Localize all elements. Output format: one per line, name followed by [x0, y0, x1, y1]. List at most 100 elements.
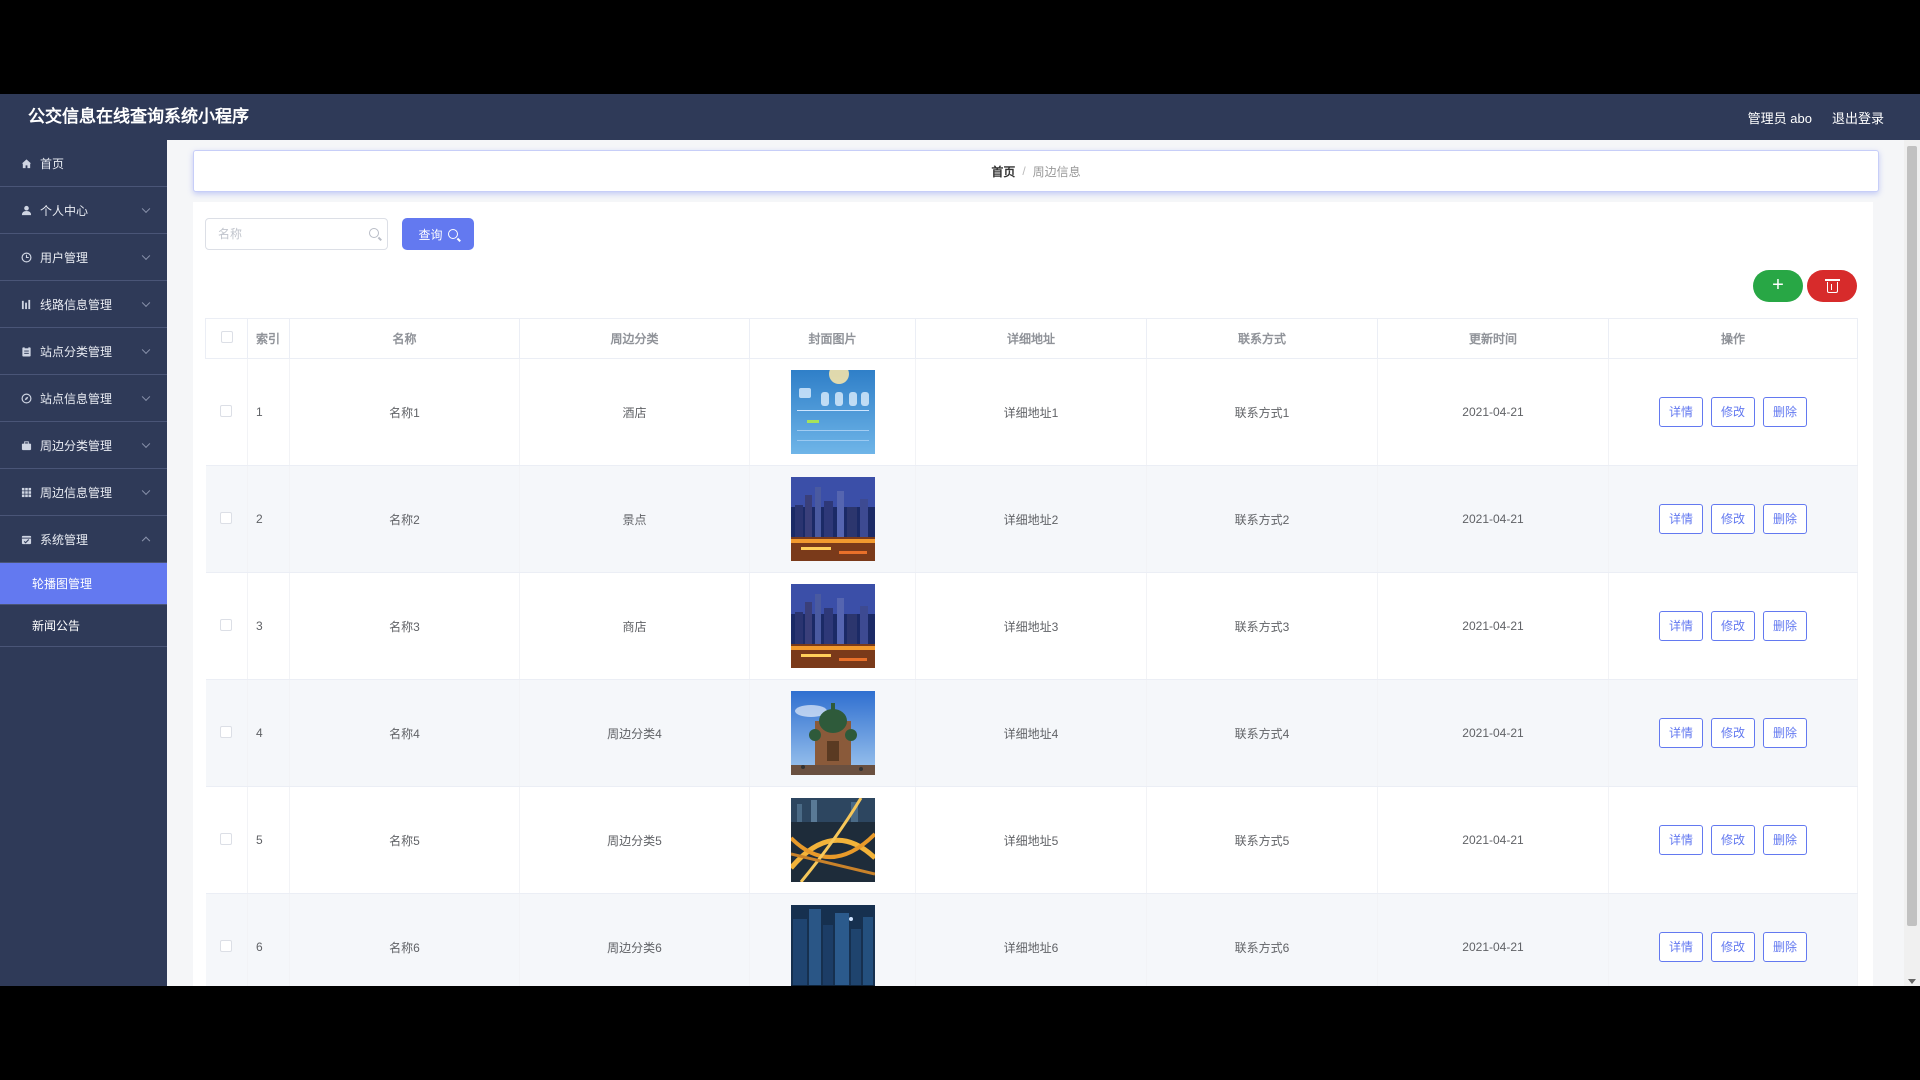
- row-index: 6: [247, 893, 290, 986]
- row-name: 名称6: [289, 893, 520, 986]
- delete-button[interactable]: 删除: [1763, 611, 1808, 641]
- sidebar-item-surrounding-category-management[interactable]: 周边分类管理: [0, 422, 167, 469]
- row-select-cell: [205, 358, 248, 466]
- row-name: 名称5: [289, 786, 520, 894]
- detail-button[interactable]: 详情: [1658, 397, 1703, 427]
- detail-button[interactable]: 详情: [1658, 932, 1703, 962]
- row-address: 详细地址3: [915, 572, 1147, 680]
- sidebar-item-personal-center[interactable]: 个人中心: [0, 187, 167, 234]
- detail-button[interactable]: 详情: [1658, 611, 1703, 641]
- search-icon: [369, 228, 379, 238]
- column-header-category: 周边分类: [519, 318, 750, 359]
- edit-button[interactable]: 修改: [1710, 504, 1755, 534]
- select-all-checkbox[interactable]: [220, 331, 233, 343]
- sidebar-item-route-management[interactable]: 线路信息管理: [0, 281, 167, 328]
- edit-button[interactable]: 修改: [1710, 397, 1755, 427]
- delete-button[interactable]: 删除: [1763, 932, 1808, 962]
- row-image-cell: [749, 572, 916, 680]
- query-button[interactable]: 查询: [402, 218, 474, 250]
- row-contact: 联系方式6: [1146, 893, 1378, 986]
- row-checkbox[interactable]: [220, 725, 233, 738]
- chevron-down-icon: [141, 486, 151, 496]
- cover-image-city-night: [790, 477, 875, 561]
- row-select-cell: [205, 893, 248, 986]
- row-contact: 联系方式4: [1146, 679, 1378, 787]
- batch-delete-button[interactable]: [1807, 270, 1857, 302]
- row-select-cell: [205, 679, 248, 787]
- sidebar-item-label: 周边信息管理: [40, 485, 113, 500]
- sidebar-item-station-info-management[interactable]: 站点信息管理: [0, 375, 167, 422]
- delete-button[interactable]: 删除: [1763, 504, 1808, 534]
- clipboard-icon: [20, 345, 32, 357]
- sidebar-item-surrounding-info-management[interactable]: 周边信息管理: [0, 469, 167, 516]
- edit-button[interactable]: 修改: [1710, 611, 1755, 641]
- admin-user-label[interactable]: 管理员 abo: [1748, 108, 1812, 127]
- sidebar-item-home[interactable]: 首页: [0, 140, 167, 187]
- row-image-cell: [749, 786, 916, 894]
- logout-button[interactable]: 退出登录: [1832, 108, 1884, 127]
- row-updated: 2021-04-21: [1377, 358, 1609, 466]
- search-icon: [447, 229, 458, 239]
- row-actions: 详情 修改 删除: [1608, 358, 1858, 466]
- sidebar-item-label: 个人中心: [40, 203, 89, 218]
- search-input[interactable]: [216, 219, 370, 249]
- sidebar-item-label: 站点信息管理: [40, 391, 113, 406]
- sidebar-subitem-carousel-management[interactable]: 轮播图管理: [0, 563, 167, 605]
- row-updated: 2021-04-21: [1377, 786, 1609, 894]
- chevron-down-icon: [141, 392, 151, 402]
- edit-button[interactable]: 修改: [1710, 718, 1755, 748]
- compass-icon: [20, 392, 32, 404]
- sidebar-item-user-management[interactable]: 用户管理: [0, 234, 167, 281]
- breadcrumb-home-link[interactable]: 首页: [991, 163, 1015, 180]
- edit-button[interactable]: 修改: [1710, 932, 1755, 962]
- sidebar-item-label: 用户管理: [40, 250, 89, 265]
- row-checkbox[interactable]: [220, 832, 233, 845]
- detail-button[interactable]: 详情: [1658, 825, 1703, 855]
- row-actions: 详情 修改 删除: [1608, 786, 1858, 894]
- column-header-name: 名称: [289, 318, 520, 359]
- sidebar-item-system-management[interactable]: 系统管理: [0, 516, 167, 563]
- row-category: 周边分类5: [519, 786, 750, 894]
- delete-button[interactable]: 删除: [1763, 397, 1808, 427]
- sidebar-item-station-category-management[interactable]: 站点分类管理: [0, 328, 167, 375]
- row-select-cell: [205, 465, 248, 573]
- row-contact: 联系方式5: [1146, 786, 1378, 894]
- row-address: 详细地址1: [915, 358, 1147, 466]
- grid-icon: [20, 486, 32, 498]
- row-checkbox[interactable]: [220, 618, 233, 631]
- detail-button[interactable]: 详情: [1658, 504, 1703, 534]
- row-checkbox[interactable]: [220, 939, 233, 952]
- row-checkbox[interactable]: [220, 511, 233, 524]
- cover-image-blue-towers: [790, 905, 875, 986]
- row-contact: 联系方式3: [1146, 572, 1378, 680]
- delete-button[interactable]: 删除: [1763, 718, 1808, 748]
- row-checkbox[interactable]: [220, 404, 233, 417]
- scroll-down-arrow-icon[interactable]: [1908, 979, 1916, 984]
- detail-button[interactable]: 详情: [1658, 718, 1703, 748]
- table-row: 2 名称2 景点 详细地址2 联系方式2 2021-04-21 详情 修改 删除: [205, 465, 1858, 573]
- delete-button[interactable]: 删除: [1763, 825, 1808, 855]
- row-updated: 2021-04-21: [1377, 679, 1609, 787]
- cover-image-highway: [790, 798, 875, 882]
- cover-image-city-night: [790, 584, 875, 668]
- row-contact: 联系方式2: [1146, 465, 1378, 573]
- search-field: [205, 218, 388, 250]
- row-image-cell: [749, 679, 916, 787]
- row-index: 4: [247, 679, 290, 787]
- add-button[interactable]: +: [1753, 270, 1803, 302]
- query-button-label: 查询: [418, 227, 443, 242]
- scrollbar-thumb[interactable]: [1907, 146, 1917, 926]
- row-select-cell: [205, 572, 248, 680]
- row-select-cell: [205, 786, 248, 894]
- row-category: 周边分类4: [519, 679, 750, 787]
- row-name: 名称3: [289, 572, 520, 680]
- chevron-down-icon: [141, 298, 151, 308]
- row-address: 详细地址2: [915, 465, 1147, 573]
- edit-button[interactable]: 修改: [1710, 825, 1755, 855]
- cover-image-cathedral: [790, 691, 875, 775]
- column-header-cover-image: 封面图片: [749, 318, 916, 359]
- sidebar-subitem-news-announcement[interactable]: 新闻公告: [0, 605, 167, 647]
- row-name: 名称2: [289, 465, 520, 573]
- main-content: 首页 / 周边信息 查询 +: [167, 140, 1904, 986]
- vertical-scrollbar[interactable]: [1904, 140, 1920, 986]
